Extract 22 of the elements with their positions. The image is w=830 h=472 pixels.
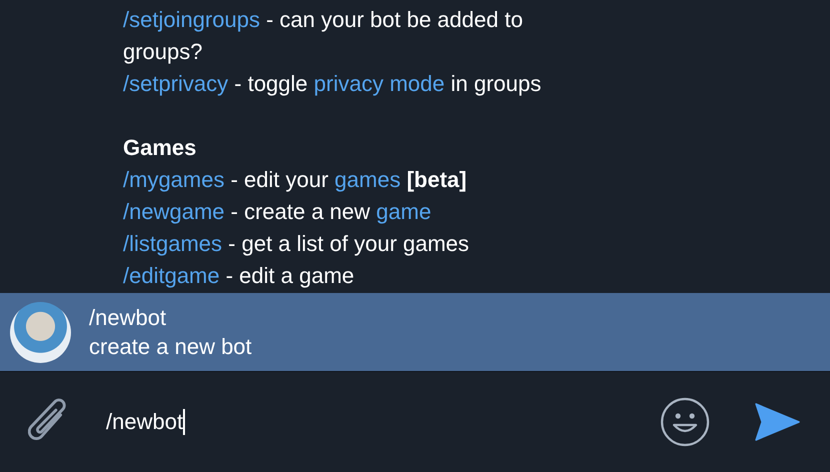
command-link[interactable]: /setjoingroups [123, 7, 260, 32]
section-heading: Games [123, 134, 198, 162]
command-description: /newgame - create a new game [123, 198, 432, 226]
command-description: /listgames - get a list of your games [123, 230, 470, 258]
text-link[interactable]: privacy mode [314, 71, 445, 96]
command-link[interactable]: /setprivacy [123, 71, 228, 96]
message-input-field[interactable]: /newbot [106, 402, 660, 442]
send-icon[interactable] [754, 402, 800, 442]
smiley-icon[interactable] [660, 397, 710, 447]
text-link[interactable]: game [376, 199, 432, 224]
command-description: /editgame - edit a game [123, 262, 356, 290]
text-link[interactable]: games [334, 167, 401, 192]
command-suggestion[interactable]: /newbot create a new bot [0, 293, 830, 372]
command-description: /mygames - edit your games [beta] [123, 166, 468, 194]
suggestion-description: create a new bot [89, 333, 252, 361]
command-description: /setjoingroups - can your bot be added to groups? [123, 6, 524, 66]
command-link[interactable]: /mygames [123, 167, 224, 192]
command-link[interactable]: /editgame [123, 263, 220, 288]
command-description: /setprivacy - toggle privacy mode in groups [123, 70, 542, 98]
command-link[interactable]: /listgames [123, 231, 222, 256]
suggestion-command: /newbot [89, 304, 168, 332]
command-link[interactable]: /newgame [123, 199, 225, 224]
